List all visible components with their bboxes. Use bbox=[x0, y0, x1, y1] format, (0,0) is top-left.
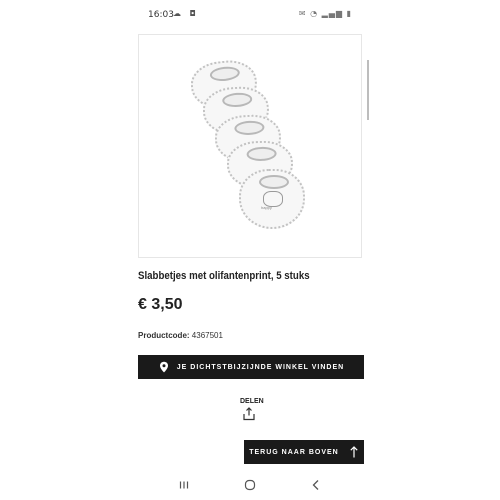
back-icon[interactable] bbox=[309, 478, 323, 492]
back-to-top-button[interactable]: TERUG NAAR BOVEN bbox=[244, 440, 364, 464]
scrollbar[interactable] bbox=[367, 60, 369, 120]
product-code: Productcode: 4367501 bbox=[138, 331, 223, 340]
find-nearest-store-button[interactable]: JE DICHTSTBIJZIJNDE WINKEL VINDEN bbox=[138, 355, 364, 379]
android-nav-bar bbox=[132, 470, 368, 500]
share-label[interactable]: DELEN bbox=[240, 398, 264, 405]
product-title: Slabbetjes met olifantenprint, 5 stuks bbox=[138, 270, 310, 282]
bib-image-5: happy bbox=[239, 169, 305, 229]
status-time: 16:03 bbox=[148, 10, 174, 20]
product-image[interactable]: happy bbox=[138, 34, 362, 258]
phone-screen: 16:03 ☁ ◘ ✉ ◔ ▂▄▆ ▮ happy Slabbetjes met… bbox=[132, 0, 369, 500]
find-store-label: JE DICHTSTBIJZIJNDE WINKEL VINDEN bbox=[176, 363, 345, 371]
notification-icons: ☁ ◘ bbox=[173, 9, 199, 18]
home-icon[interactable] bbox=[243, 478, 257, 492]
system-status-icons: ✉ ◔ ▂▄▆ ▮ bbox=[298, 9, 352, 18]
status-bar: 16:03 ☁ ◘ ✉ ◔ ▂▄▆ ▮ bbox=[132, 0, 368, 28]
product-code-value: 4367501 bbox=[191, 331, 223, 340]
location-pin-icon bbox=[159, 361, 168, 373]
back-to-top-label: TERUG NAAR BOVEN bbox=[249, 448, 339, 456]
share-icon[interactable] bbox=[242, 407, 256, 421]
product-price: € 3,50 bbox=[138, 296, 183, 313]
recent-apps-icon[interactable] bbox=[177, 478, 191, 492]
product-code-label: Productcode: bbox=[138, 331, 190, 340]
bib-text: happy bbox=[261, 205, 272, 210]
arrow-up-icon bbox=[350, 446, 358, 458]
